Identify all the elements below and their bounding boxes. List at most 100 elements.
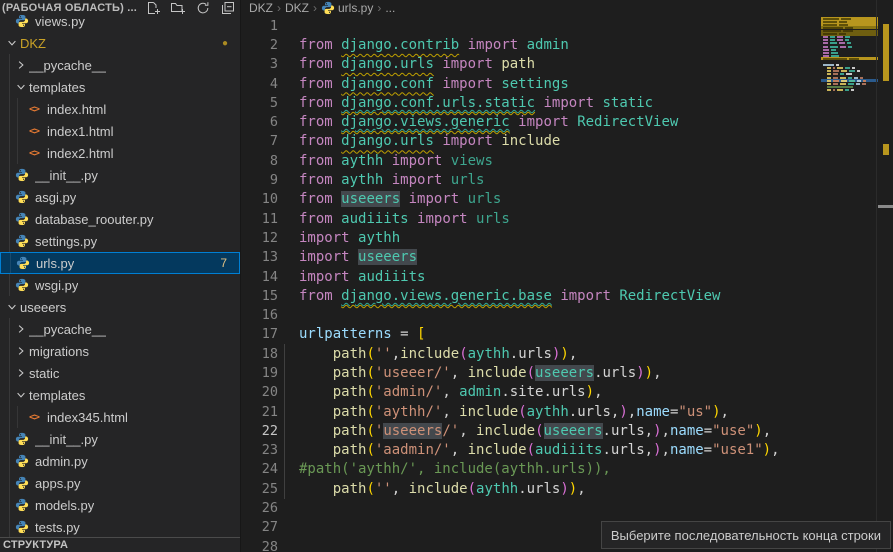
tree-item-tests-py[interactable]: tests.py [0,516,240,538]
tree-item--init-py[interactable]: __init__.py [0,428,240,450]
line-number: 13 [241,249,278,265]
code-line-text: from aythh import urls [299,172,484,188]
tree-item-label: static [29,366,59,381]
html-file-icon: <> [26,409,42,425]
code-line-text: path('aadmin/', include(audiiits.urls,),… [299,442,780,458]
code-line-text: from django.conf.urls.static import stat… [299,95,653,111]
chevron-down-icon [13,79,29,95]
code-line[interactable]: 5 from django.conf.urls.static import sta… [241,93,821,112]
breadcrumb-separator: › [276,1,282,15]
python-file-icon [14,211,30,227]
tree-item-models-py[interactable]: models.py [0,494,240,516]
code-line[interactable]: 2from django.contrib import admin [241,35,821,54]
tree-item-templates[interactable]: templates [0,384,240,406]
line-number: 17 [241,326,278,342]
line-number: 10 [241,191,278,207]
tree-item--pycache-[interactable]: __pycache__ [0,318,240,340]
line-number: 8 [241,153,278,169]
ruler-mark [878,205,893,208]
code-line[interactable]: 9from aythh import urls [241,170,821,189]
tree-item-label: useeers [20,300,66,315]
tree-item-wsgi-py[interactable]: wsgi.py [0,274,240,296]
code-line[interactable]: 13 import useeers [241,248,821,267]
line-number: 2 [241,37,278,53]
line-number: 19 [241,365,278,381]
code-area[interactable]: 12from django.contrib import admin3from … [241,16,821,552]
tree-item--pycache-[interactable]: __pycache__ [0,54,240,76]
line-number: 5 [241,95,278,111]
tree-item-dkz[interactable]: DKZ● [0,32,240,54]
code-line[interactable]: 16 [241,305,821,324]
code-line-text: import useeers [299,249,417,265]
problems-badge: 7 [220,256,239,270]
code-line[interactable]: 12import aythh [241,228,821,247]
tree-item--init-py[interactable]: __init__.py [0,164,240,186]
breadcrumb-label: urls.py [338,1,373,15]
new-folder-icon[interactable] [170,0,186,16]
tree-item-apps-py[interactable]: apps.py [0,472,240,494]
breadcrumb-item[interactable]: DKZ [285,1,309,15]
tree-item-label: migrations [29,344,89,359]
tree-item-settings-py[interactable]: settings.py [0,230,240,252]
tree-item-label: urls.py [36,256,74,271]
code-line[interactable]: 4from django.conf import settings [241,74,821,93]
tree-item-index1-html[interactable]: <>index1.html [0,120,240,142]
structure-section-label: СТРУКТУРА [0,539,68,551]
code-line[interactable]: 23 path('aadmin/', include(audiiits.urls… [241,441,821,460]
code-line[interactable]: 17urlpatterns = [ [241,325,821,344]
code-line[interactable]: 26 [241,498,821,517]
breadcrumb-item[interactable]: ... [385,1,395,15]
breadcrumb-item[interactable]: urls.py [321,1,373,15]
code-line[interactable]: 18 path('',include(aythh.urls)), [241,344,821,363]
tree-item-admin-py[interactable]: admin.py [0,450,240,472]
code-line[interactable]: 3from django.urls import path [241,55,821,74]
line-number: 26 [241,500,278,516]
python-file-icon [14,475,30,491]
code-line[interactable]: 24#path('aythh/', include(aythh.urls)), [241,460,821,479]
tree-item-index345-html[interactable]: <>index345.html [0,406,240,428]
code-line-text: #path('aythh/', include(aythh.urls)), [299,461,611,477]
minimap[interactable] [821,14,878,534]
code-line[interactable]: 15from django.views.generic.base import … [241,286,821,305]
tree-item-database-roouter-py[interactable]: database_roouter.py [0,208,240,230]
tree-item-index-html[interactable]: <>index.html [0,98,240,120]
code-line[interactable]: 1 [241,16,821,35]
line-number: 20 [241,384,278,400]
tree-item-label: index1.html [47,124,113,139]
code-line[interactable]: 14import audiiits [241,267,821,286]
code-line[interactable]: 21 path('aythh/', include(aythh.urls,),n… [241,402,821,421]
breadcrumb-item[interactable]: DKZ [249,1,273,15]
collapse-all-icon[interactable] [220,0,236,16]
tree-item-static[interactable]: static [0,362,240,384]
chevron-down-icon [4,299,20,315]
line-number: 3 [241,56,278,72]
code-line[interactable]: 20 path('admin/', admin.site.urls), [241,383,821,402]
code-line[interactable]: 10from useeers import urls [241,190,821,209]
line-number: 11 [241,211,278,227]
line-number: 22 [241,423,278,439]
code-line[interactable]: 25 path('', include(aythh.urls)), [241,479,821,498]
code-line[interactable]: 11from audiiits import urls [241,209,821,228]
code-line[interactable]: 22 path('useeers/', include(useeers.urls… [241,421,821,440]
ruler-mark [883,24,889,81]
explorer-section-header[interactable]: (РАБОЧАЯ ОБЛАСТЬ) ... [0,0,240,15]
tree-item-useeers[interactable]: useeers [0,296,240,318]
code-line[interactable]: 6from django.views.generic import Redire… [241,112,821,131]
tree-item-templates[interactable]: templates [0,76,240,98]
overview-ruler[interactable] [876,0,893,552]
tree-item-label: settings.py [35,234,97,249]
tree-item-asgi-py[interactable]: asgi.py [0,186,240,208]
code-line[interactable]: 8from aythh import views [241,151,821,170]
new-file-icon[interactable] [145,0,161,16]
breadcrumb-label: DKZ [285,1,309,15]
code-line[interactable]: 19 path('useeer/', include(useeers.urls)… [241,363,821,382]
code-line-text: from django.urls import include [299,133,560,149]
tree-item-migrations[interactable]: migrations [0,340,240,362]
tree-item-urls-py[interactable]: urls.py 7 [0,252,240,274]
structure-section-header[interactable]: СТРУКТУРА [0,537,240,552]
code-line[interactable]: 7from django.urls import include [241,132,821,151]
tree-item-index2-html[interactable]: <>index2.html [0,142,240,164]
tree-item-label: apps.py [35,476,81,491]
line-number: 1 [241,18,278,34]
refresh-icon[interactable] [195,0,211,16]
